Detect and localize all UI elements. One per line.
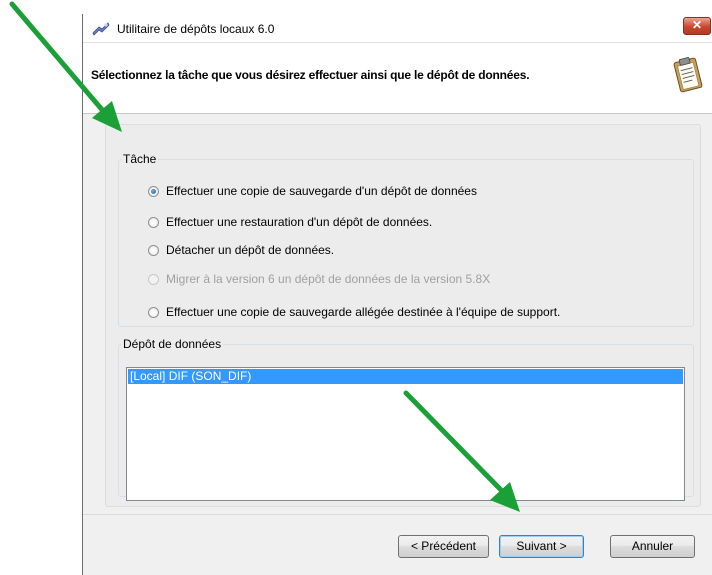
radio-button-icon [148,273,159,285]
close-button[interactable]: ✕ [683,17,711,35]
datastore-list-item[interactable]: [Local] DIF (SON_DIF) [128,369,683,384]
radio-light-backup[interactable]: Effectuer une copie de sauvegarde allégé… [148,304,560,320]
task-group-legend: Tâche [123,152,157,166]
radio-button-icon[interactable] [148,244,159,256]
radio-button-icon[interactable] [148,185,159,197]
cancel-button[interactable]: Annuler [610,535,695,558]
radio-backup[interactable]: Effectuer une copie de sauvegarde d'un d… [148,183,477,199]
app-icon [92,22,110,36]
window-title: Utilitaire de dépôts locaux 6.0 [117,22,275,36]
datastore-group-legend: Dépôt de données [123,337,222,351]
wizard-footer: < Précédent Suivant > Annuler [83,514,712,575]
radio-button-icon[interactable] [148,216,159,228]
radio-detach-label: Détacher un dépôt de données. [166,243,335,257]
radio-migrate: Migrer à la version 6 un dépôt de donnée… [148,271,490,287]
radio-restore-label: Effectuer une restauration d'un dépôt de… [166,215,433,229]
title-bar[interactable]: Utilitaire de dépôts locaux 6.0 ✕ [83,14,712,43]
radio-backup-label: Effectuer une copie de sauvegarde d'un d… [166,184,477,198]
radio-button-icon[interactable] [148,306,159,318]
radio-light-backup-label: Effectuer une copie de sauvegarde allégé… [166,305,561,319]
radio-migrate-label: Migrer à la version 6 un dépôt de donnée… [166,272,491,286]
radio-restore[interactable]: Effectuer une restauration d'un dépôt de… [148,214,432,230]
wizard-header: Sélectionnez la tâche que vous désirez e… [83,43,712,114]
clipboard-icon [673,57,703,93]
content-panel: Tâche Effectuer une copie de sauvegarde … [105,124,701,507]
next-button[interactable]: Suivant > [499,535,584,558]
dialog-window: Utilitaire de dépôts locaux 6.0 ✕ Sélect… [82,14,712,575]
close-icon: ✕ [691,18,703,32]
task-group: Tâche [118,152,694,327]
radio-detach[interactable]: Détacher un dépôt de données. [148,242,334,258]
datastore-group: Dépôt de données [Local] DIF (SON_DIF) [118,337,694,501]
instruction-text: Sélectionnez la tâche que vous désirez e… [91,68,530,82]
previous-button[interactable]: < Précédent [398,535,489,558]
datastore-listbox[interactable]: [Local] DIF (SON_DIF) [126,367,685,501]
